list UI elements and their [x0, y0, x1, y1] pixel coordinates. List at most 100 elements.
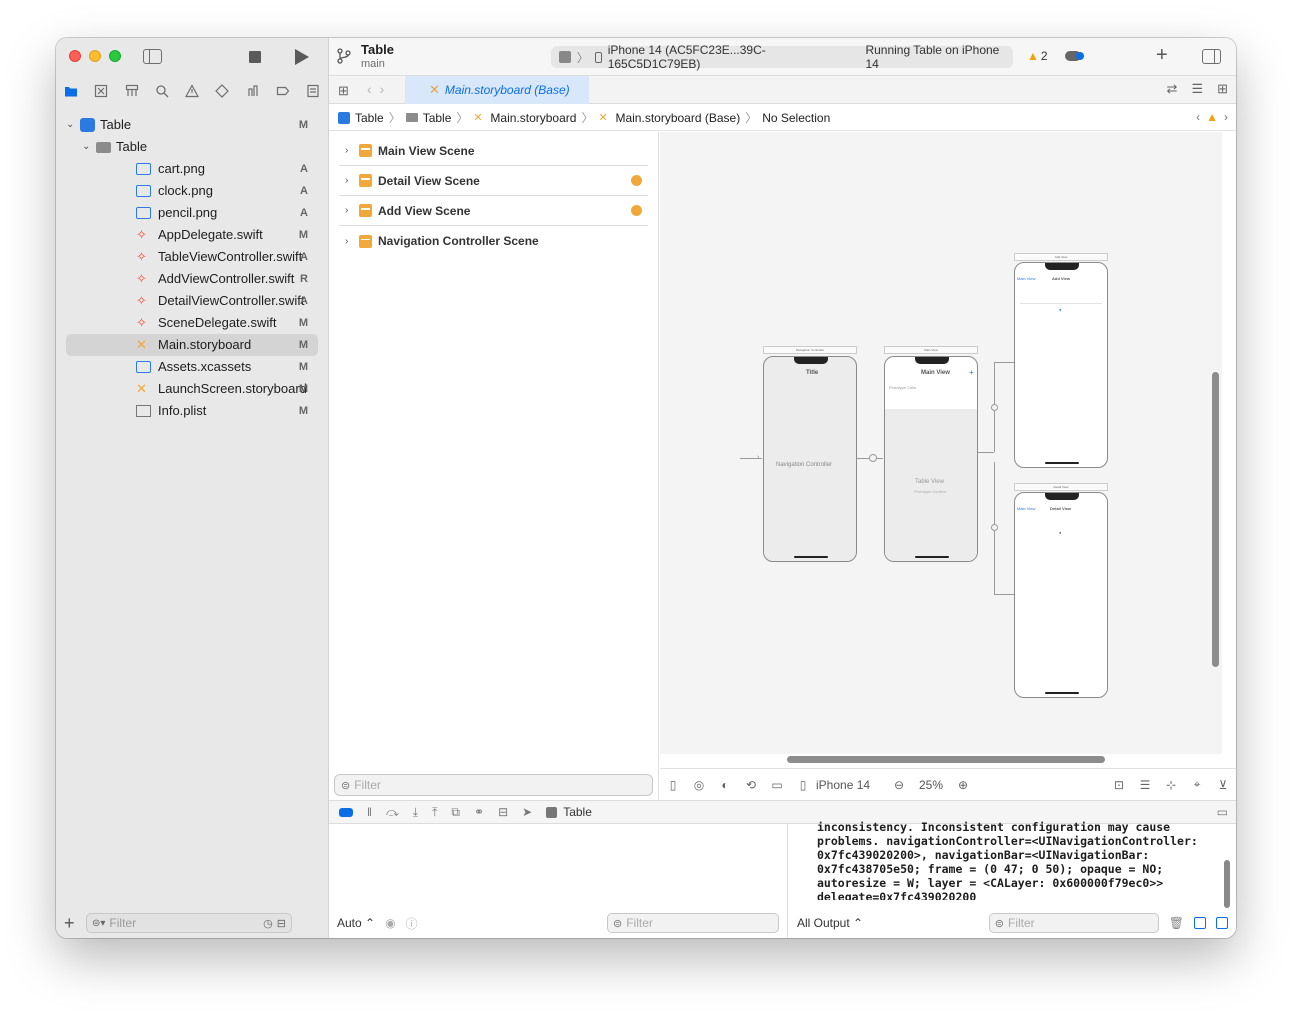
environment-overrides-icon[interactable]: ⊟: [498, 805, 508, 819]
show-segue-detail[interactable]: [994, 594, 1014, 595]
project-navigator-icon[interactable]: [64, 84, 78, 98]
toggle-outline-icon[interactable]: ▯: [660, 778, 686, 792]
debug-target[interactable]: Table: [563, 805, 592, 819]
breadcrumb-item[interactable]: No Selection: [762, 111, 830, 125]
outline-filter-field[interactable]: ⊜ Filter: [334, 774, 653, 796]
auto-scope-select[interactable]: Auto ⌃: [337, 916, 375, 930]
location-icon[interactable]: ➤: [522, 805, 532, 819]
console-filter-field[interactable]: ⊜ Filter: [988, 913, 1159, 933]
embed-in-icon[interactable]: ⊻: [1210, 778, 1236, 792]
trash-icon[interactable]: 🗑: [1169, 916, 1184, 930]
add-view-scene-bar[interactable]: Add View: [1014, 253, 1108, 261]
disclosure-chevron-icon[interactable]: ›: [345, 145, 353, 156]
hide-debug-area-icon[interactable]: ▭: [1217, 805, 1228, 819]
run-destination[interactable]: iPhone 14 (AC5FC23E...39C-165C5D1C79EB): [608, 43, 854, 71]
add-constraints-icon[interactable]: ⊹: [1158, 778, 1184, 792]
device-icon[interactable]: ▯: [790, 778, 816, 792]
issue-warning-icon[interactable]: ▲: [1206, 110, 1218, 124]
main-view-scene-bar[interactable]: Main View: [884, 346, 978, 354]
appearance-icon[interactable]: ◐: [712, 778, 738, 792]
file-tree-item[interactable]: cart.png A: [66, 158, 318, 180]
update-frames-icon[interactable]: ⊡: [1106, 778, 1132, 792]
file-tree-item[interactable]: ✧ TableViewController.swift A: [66, 246, 318, 268]
breadcrumb-item[interactable]: Table: [423, 111, 452, 125]
resolve-issues-icon[interactable]: ⌖: [1184, 777, 1210, 792]
canvas-horizontal-scrollbar[interactable]: [787, 756, 1105, 763]
library-plus-icon[interactable]: +: [1156, 44, 1168, 67]
test-navigator-icon[interactable]: [215, 84, 230, 98]
file-tree-item[interactable]: ✧ AppDelegate.swift M: [66, 224, 318, 246]
file-tree-item[interactable]: ✧ DetailViewController.swift A: [66, 290, 318, 312]
run-button[interactable]: [295, 49, 309, 65]
zoom-window-button[interactable]: [109, 50, 121, 62]
editor-options-icon[interactable]: ☰: [1191, 81, 1203, 97]
outline-scene-row[interactable]: › Main View Scene: [339, 136, 648, 166]
file-tree-item[interactable]: Assets.xcassets M: [66, 356, 318, 378]
file-tree-item[interactable]: Info.plist M: [66, 400, 318, 422]
navigator-filter-field[interactable]: ⊜▾ Filter ◷ ⊟: [86, 913, 292, 933]
align-icon[interactable]: ☰: [1132, 778, 1158, 792]
history-nav-arrows[interactable]: ‹›: [367, 81, 392, 97]
detail-view-scene[interactable]: Main View Detail View ●: [1014, 492, 1108, 698]
segue-icon[interactable]: [991, 404, 998, 411]
file-tree-item[interactable]: clock.png A: [66, 180, 318, 202]
detail-view-scene-bar[interactable]: Detail View: [1014, 483, 1108, 491]
output-select[interactable]: All Output ⌃: [797, 916, 863, 930]
show-segue-add[interactable]: [994, 362, 1014, 363]
file-tree-item[interactable]: ✕ Main.storyboard M: [66, 334, 318, 356]
disclosure-chevron-icon[interactable]: ›: [345, 236, 353, 247]
segue-icon[interactable]: [991, 524, 998, 531]
scheme-activity-bar[interactable]: 〉 iPhone 14 (AC5FC23E...39C-165C5D1C79EB…: [551, 43, 1013, 71]
console-scrollbar[interactable]: [1224, 860, 1230, 908]
symbol-navigator-icon[interactable]: [125, 84, 139, 98]
split-editor-icon[interactable]: ⊞: [1217, 81, 1228, 97]
toggle-navigator-icon[interactable]: [143, 49, 162, 64]
breadcrumb-item[interactable]: Main.storyboard: [490, 111, 576, 125]
step-over-icon[interactable]: ⤼: [386, 805, 399, 820]
view-hierarchy-icon[interactable]: ⧉: [451, 805, 460, 820]
orientation-icon[interactable]: ⟲: [738, 778, 764, 792]
storyboard-canvas[interactable]: › Navigation Controller Title Navigation…: [660, 132, 1222, 754]
branch-name[interactable]: main: [361, 58, 385, 70]
device-config[interactable]: iPhone 14: [816, 778, 886, 792]
disclosure-chevron-icon[interactable]: ⌄: [66, 114, 74, 136]
scene-warning-dot-icon[interactable]: [631, 175, 642, 186]
variables-filter-field[interactable]: ⊜ Filter: [607, 913, 779, 933]
breadcrumb-item[interactable]: Table: [355, 111, 384, 125]
cloud-status-icon[interactable]: [1065, 51, 1084, 61]
file-tree-item[interactable]: pencil.png A: [66, 202, 318, 224]
pause-icon[interactable]: ‖: [367, 805, 372, 819]
filter-options-icon[interactable]: ⊜▾: [92, 918, 105, 929]
outline-scene-row[interactable]: › Add View Scene: [339, 196, 648, 226]
file-tree-item[interactable]: ✧ AddViewController.swift R: [66, 268, 318, 290]
disclosure-chevron-icon[interactable]: ›: [345, 205, 353, 216]
console-output[interactable]: inconsistency. Inconsistent configuratio…: [817, 820, 1216, 900]
main-view-scene[interactable]: Main View + Prototype Cells Table View P…: [884, 356, 978, 562]
eye-icon[interactable]: ◉: [385, 916, 395, 930]
accessibility-icon[interactable]: ◎: [686, 778, 712, 792]
info-icon[interactable]: ⓘ: [406, 915, 418, 932]
zoom-level[interactable]: 25%: [912, 778, 950, 792]
navigation-controller-scene[interactable]: Title Navigation Controller: [763, 356, 857, 562]
source-control-filter-icon[interactable]: ⊟: [277, 917, 286, 930]
canvas-vertical-scrollbar[interactable]: [1212, 372, 1219, 667]
tab-main-storyboard[interactable]: ✕ Main.storyboard (Base): [405, 76, 589, 104]
nav-controller-scene-bar[interactable]: Navigation Controller: [763, 346, 857, 354]
report-navigator-icon[interactable]: [306, 84, 320, 98]
show-console-icon[interactable]: [1216, 917, 1228, 929]
file-tree-item[interactable]: ✕ LaunchScreen.storyboard M: [66, 378, 318, 400]
swap-icon[interactable]: ⇄: [1167, 81, 1178, 97]
related-items-icon[interactable]: ⊞: [338, 83, 349, 99]
breakpoints-toggle-icon[interactable]: [339, 807, 353, 817]
show-variables-icon[interactable]: [1194, 917, 1206, 929]
toggle-inspector-icon[interactable]: [1202, 49, 1221, 64]
step-into-icon[interactable]: ⤓: [413, 805, 418, 820]
breadcrumb-item[interactable]: Main.storyboard (Base): [615, 111, 740, 125]
size-class-icon[interactable]: ▭: [764, 778, 790, 792]
add-file-icon[interactable]: +: [64, 913, 80, 934]
file-tree-item[interactable]: ⌄ Table M: [66, 114, 318, 136]
disclosure-chevron-icon[interactable]: ⌄: [82, 136, 90, 158]
zoom-in-icon[interactable]: ⊕: [950, 778, 976, 792]
breakpoint-navigator-icon[interactable]: [276, 84, 290, 98]
find-navigator-icon[interactable]: [155, 84, 169, 98]
